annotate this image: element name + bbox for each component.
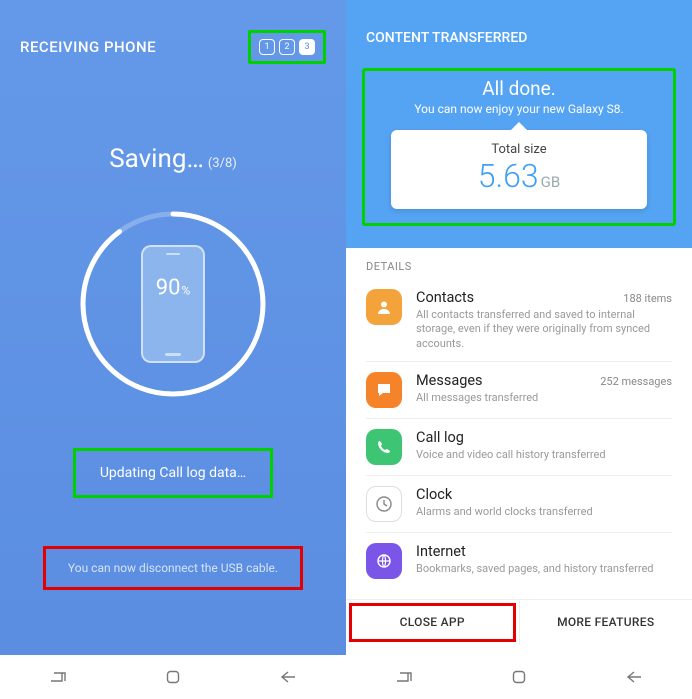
progress-percent: 90 % xyxy=(156,276,191,301)
detail-title: Clock xyxy=(416,486,452,503)
home-icon[interactable] xyxy=(510,668,528,686)
back-icon[interactable] xyxy=(625,668,643,686)
done-title: All done. xyxy=(373,77,665,100)
details-heading: DETAILS xyxy=(346,248,692,279)
home-icon[interactable] xyxy=(164,668,182,686)
status-message: Updating Call log data… xyxy=(73,448,273,498)
close-app-button[interactable]: CLOSE APP xyxy=(346,600,519,645)
detail-count: 188 items xyxy=(623,292,672,305)
nav-bar-left xyxy=(0,655,346,699)
phone-icon xyxy=(141,245,205,363)
detail-desc: Bookmarks, saved pages, and history tran… xyxy=(416,562,672,576)
done-summary: All done. You can now enjoy your new Gal… xyxy=(362,68,676,226)
back-icon[interactable] xyxy=(279,668,297,686)
detail-item-contacts[interactable]: Contacts 188 items All contacts transfer… xyxy=(366,279,672,362)
receiving-title: RECEIVING PHONE xyxy=(20,38,156,56)
size-value: 5.63 xyxy=(478,157,539,195)
detail-title: Messages xyxy=(416,372,483,389)
messages-icon xyxy=(366,372,402,408)
recent-apps-icon[interactable] xyxy=(49,668,67,686)
step-3: 3 xyxy=(299,39,315,55)
detail-title: Internet xyxy=(416,543,466,560)
total-size-card: Total size 5.63GB xyxy=(391,130,647,209)
detail-desc: All contacts transferred and saved to in… xyxy=(416,308,672,351)
content-transferred-title: CONTENT TRANSFERRED xyxy=(346,0,692,62)
detail-item-messages[interactable]: Messages 252 messages All messages trans… xyxy=(366,362,672,419)
recent-apps-icon[interactable] xyxy=(395,668,413,686)
detail-item-internet[interactable]: Internet Bookmarks, saved pages, and his… xyxy=(366,533,672,589)
detail-title: Call log xyxy=(416,429,464,446)
calllog-icon xyxy=(366,429,402,465)
done-subtitle: You can now enjoy your new Galaxy S8. xyxy=(373,102,665,116)
size-unit: GB xyxy=(541,173,561,191)
more-features-button[interactable]: MORE FEATURES xyxy=(519,600,692,645)
saving-count: (3/8) xyxy=(208,156,237,171)
progress-circle: 90 % xyxy=(73,204,273,404)
detail-item-calllog[interactable]: Call log Voice and video call history tr… xyxy=(366,419,672,476)
done-screen: CONTENT TRANSFERRED All done. You can no… xyxy=(346,0,692,699)
saving-label: Saving… xyxy=(109,144,204,174)
detail-desc: All messages transferred xyxy=(416,391,672,405)
percent-symbol: % xyxy=(181,284,190,298)
detail-desc: Alarms and world clocks transferred xyxy=(416,505,672,519)
contacts-icon xyxy=(366,289,402,325)
detail-item-clock[interactable]: Clock Alarms and world clocks transferre… xyxy=(366,476,672,533)
step-indicator: 1 2 3 xyxy=(248,30,326,64)
nav-bar-right xyxy=(346,655,692,699)
step-2: 2 xyxy=(279,39,295,55)
percent-value: 90 xyxy=(156,276,181,301)
details-list[interactable]: Contacts 188 items All contacts transfer… xyxy=(346,279,692,589)
receiving-screen: RECEIVING PHONE 1 2 3 Saving… (3/8) 90 %… xyxy=(0,0,346,699)
step-1: 1 xyxy=(259,39,275,55)
footer-buttons: CLOSE APP MORE FEATURES xyxy=(346,599,692,645)
size-label: Total size xyxy=(391,142,647,157)
detail-title: Contacts xyxy=(416,289,474,306)
detail-desc: Voice and video call history transferred xyxy=(416,448,672,462)
detail-count: 252 messages xyxy=(600,375,672,388)
usb-message: You can now disconnect the USB cable. xyxy=(43,546,303,590)
internet-icon xyxy=(366,543,402,579)
clock-icon xyxy=(366,486,402,522)
